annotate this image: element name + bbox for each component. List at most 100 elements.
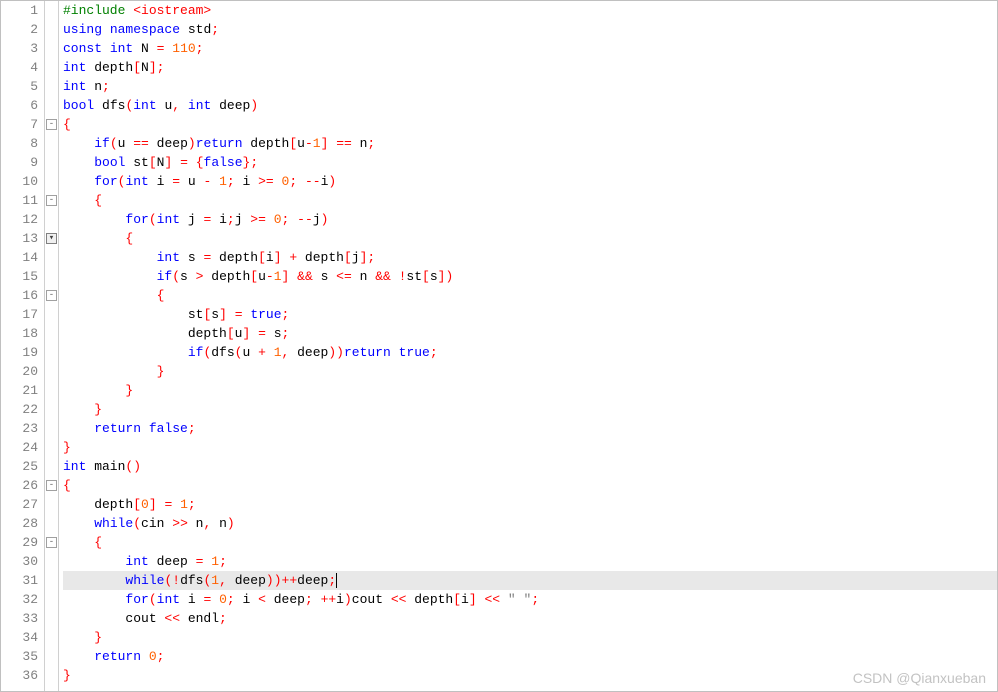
token-op: ;: [227, 212, 235, 227]
token-op: }: [63, 668, 71, 683]
code-line[interactable]: cout << endl;: [63, 609, 997, 628]
code-line[interactable]: }: [63, 362, 997, 381]
token-pn: [188, 155, 196, 170]
token-pn: i: [180, 592, 203, 607]
code-line[interactable]: {: [63, 191, 997, 210]
token-op: ): [321, 212, 329, 227]
code-line[interactable]: }: [63, 381, 997, 400]
code-line[interactable]: {: [63, 533, 997, 552]
line-number: 26: [11, 476, 38, 495]
code-line[interactable]: while(cin >> n, n): [63, 514, 997, 533]
token-pn: st: [406, 269, 422, 284]
token-op: <=: [336, 269, 352, 284]
code-line[interactable]: }: [63, 438, 997, 457]
code-area[interactable]: #include <iostream>using namespace std;c…: [59, 1, 997, 691]
code-line[interactable]: for(int i = u - 1; i >= 0; --i): [63, 172, 997, 191]
code-line[interactable]: if(dfs(u + 1, deep))return true;: [63, 343, 997, 362]
token-pp: #include: [63, 3, 133, 18]
token-pn: i: [461, 592, 469, 607]
line-number: 34: [11, 628, 38, 647]
code-line[interactable]: if(s > depth[u-1] && s <= n && !st[s]): [63, 267, 997, 286]
fold-gutter-row: [45, 647, 58, 666]
fold-toggle-icon[interactable]: -: [46, 480, 57, 491]
code-line[interactable]: if(u == deep)return depth[u-1] == n;: [63, 134, 997, 153]
fold-toggle-icon[interactable]: -: [46, 537, 57, 548]
code-line[interactable]: return 0;: [63, 647, 997, 666]
line-number: 3: [11, 39, 38, 58]
token-kw: int: [157, 212, 180, 227]
token-pn: s: [180, 250, 203, 265]
token-op: ==: [133, 136, 149, 151]
fold-toggle-icon[interactable]: -: [46, 290, 57, 301]
code-line[interactable]: depth[0] = 1;: [63, 495, 997, 514]
token-pn: [172, 497, 180, 512]
token-pn: [63, 402, 94, 417]
token-op: }: [94, 630, 102, 645]
token-pn: s: [211, 307, 219, 322]
line-number: 12: [11, 210, 38, 229]
token-op: ;: [305, 592, 313, 607]
code-line[interactable]: int n;: [63, 77, 997, 96]
token-op: ): [133, 459, 141, 474]
code-line[interactable]: {: [63, 229, 997, 248]
token-op: =: [172, 174, 180, 189]
token-kw: int: [157, 592, 180, 607]
code-line[interactable]: }: [63, 400, 997, 419]
token-op: {: [94, 193, 102, 208]
token-op: [: [250, 269, 258, 284]
token-pn: u: [157, 98, 173, 113]
token-pn: [227, 307, 235, 322]
token-pn: [63, 535, 94, 550]
text-caret: [336, 573, 337, 588]
token-pn: [211, 174, 219, 189]
token-op: -: [266, 269, 274, 284]
token-kw: int: [63, 60, 86, 75]
token-pn: deep: [211, 98, 250, 113]
token-op: ;: [196, 41, 204, 56]
code-line[interactable]: int s = depth[i] + depth[j];: [63, 248, 997, 267]
token-op: ,: [219, 573, 227, 588]
code-line[interactable]: bool dfs(int u, int deep): [63, 96, 997, 115]
code-line[interactable]: using namespace std;: [63, 20, 997, 39]
token-pn: endl: [180, 611, 219, 626]
token-pn: [391, 269, 399, 284]
code-line[interactable]: {: [63, 115, 997, 134]
code-line[interactable]: int deep = 1;: [63, 552, 997, 571]
code-line[interactable]: }: [63, 666, 997, 685]
fold-toggle-icon[interactable]: -: [46, 119, 57, 130]
token-kw: int: [63, 459, 86, 474]
code-line[interactable]: {: [63, 476, 997, 495]
token-pn: s: [313, 269, 336, 284]
token-op: (: [149, 592, 157, 607]
code-line[interactable]: int main(): [63, 457, 997, 476]
code-line[interactable]: {: [63, 286, 997, 305]
code-line[interactable]: return false;: [63, 419, 997, 438]
code-line[interactable]: st[s] = true;: [63, 305, 997, 324]
fold-gutter-row: [45, 419, 58, 438]
line-number: 11: [11, 191, 38, 210]
fold-gutter-row: [45, 172, 58, 191]
token-pn: cout: [63, 611, 164, 626]
fold-toggle-icon[interactable]: ▾: [46, 233, 57, 244]
token-pn: s: [266, 326, 282, 341]
fold-gutter-row: [45, 248, 58, 267]
fold-toggle-icon[interactable]: -: [46, 195, 57, 206]
token-pn: [274, 174, 282, 189]
code-line[interactable]: const int N = 110;: [63, 39, 997, 58]
token-pn: [63, 155, 94, 170]
code-line[interactable]: #include <iostream>: [63, 1, 997, 20]
code-line[interactable]: bool st[N] = {false};: [63, 153, 997, 172]
token-pn: cout: [352, 592, 391, 607]
token-pn: j: [235, 212, 251, 227]
code-line[interactable]: for(int i = 0; i < deep; ++i)cout << dep…: [63, 590, 997, 609]
token-kw: int: [110, 41, 133, 56]
token-op: [: [133, 497, 141, 512]
code-line[interactable]: while(!dfs(1, deep))++deep;: [63, 571, 997, 590]
code-line[interactable]: }: [63, 628, 997, 647]
line-number: 19: [11, 343, 38, 362]
code-line[interactable]: int depth[N];: [63, 58, 997, 77]
token-kw: while: [125, 573, 164, 588]
code-line[interactable]: depth[u] = s;: [63, 324, 997, 343]
token-op: +: [289, 250, 297, 265]
code-line[interactable]: for(int j = i;j >= 0; --j): [63, 210, 997, 229]
